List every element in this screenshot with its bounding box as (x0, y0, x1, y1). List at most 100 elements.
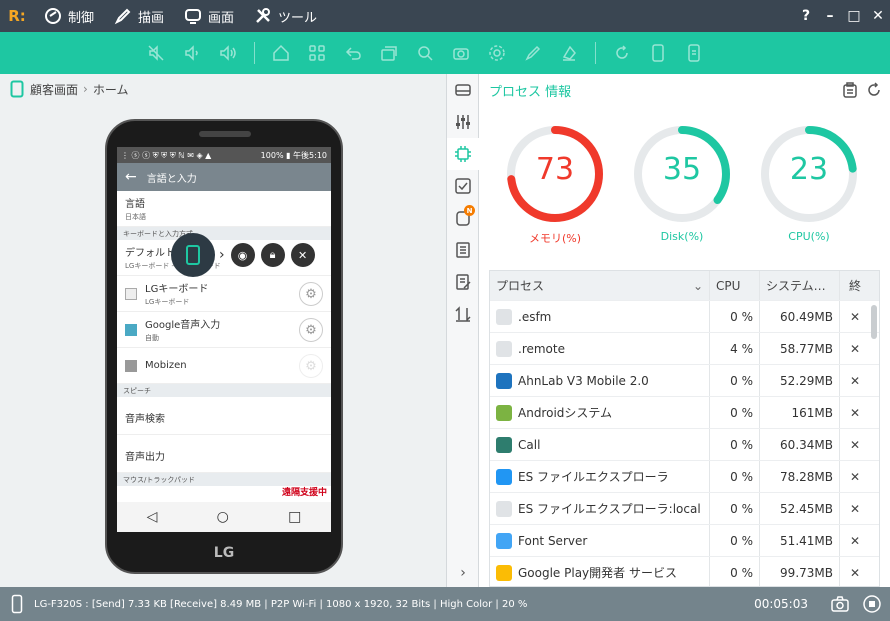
table-row[interactable]: .esfm 0 % 60.49MB ✕ (490, 301, 879, 333)
setting-subtitle: LGキーボード (145, 298, 190, 306)
process-name: Androidシステム (518, 406, 613, 420)
checkbox[interactable] (125, 288, 137, 300)
transfer-icon[interactable] (447, 298, 479, 330)
refresh-icon[interactable] (604, 38, 640, 68)
column-header-process[interactable]: プロセス ⌄ (490, 271, 710, 300)
phone-highlight-icon[interactable] (171, 233, 215, 277)
notification-icon[interactable]: N (447, 202, 479, 234)
help-button[interactable]: ? (794, 8, 818, 24)
device-nav-bar: ◁ ○ □ (117, 502, 331, 532)
table-scrollbar[interactable] (871, 305, 877, 339)
end-process-button[interactable]: ✕ (840, 525, 870, 556)
phone-brand-logo: LG (213, 545, 235, 561)
column-header-cpu[interactable]: CPU (710, 271, 760, 300)
eraser-icon[interactable] (551, 38, 587, 68)
end-process-button[interactable]: ✕ (840, 397, 870, 428)
pen-icon[interactable] (515, 38, 551, 68)
camera-icon[interactable] (826, 595, 854, 613)
maximize-button[interactable]: □ (842, 8, 866, 24)
end-process-button[interactable]: ✕ (840, 557, 870, 586)
camera-icon[interactable] (443, 38, 479, 68)
home-icon[interactable] (263, 38, 299, 68)
menu-screen[interactable]: 画面 (174, 0, 244, 32)
close-button[interactable]: ✕ (866, 8, 890, 24)
note-edit-icon[interactable] (447, 266, 479, 298)
process-cpu: 0 % (710, 301, 760, 332)
table-row[interactable]: .remote 4 % 58.77MB ✕ (490, 333, 879, 365)
gear-icon[interactable]: ⚙ (299, 282, 323, 306)
end-process-button[interactable]: ✕ (840, 493, 870, 524)
column-header-system[interactable]: システム… (760, 271, 840, 300)
phone-menu-icon[interactable] (676, 38, 712, 68)
storage-icon[interactable] (447, 74, 479, 106)
close-icon[interactable]: ✕ (290, 243, 315, 267)
end-process-button[interactable]: ✕ (840, 429, 870, 460)
table-row[interactable]: Font Server 0 % 51.41MB ✕ (490, 525, 879, 557)
stop-record-icon[interactable] (858, 594, 886, 614)
toolbar-divider (254, 42, 255, 64)
process-info-panel: プロセス 情報 73 メモリ(%) 35 Disk(%) 23 CPU(%) プ… (479, 74, 890, 587)
table-row[interactable]: Google Play開発者 サービス 0 % 99.73MB ✕ (490, 557, 879, 586)
nav-recent-icon[interactable]: □ (288, 509, 301, 525)
search-icon[interactable] (407, 38, 443, 68)
device-app-bar: ← 言語と入力 (117, 163, 331, 191)
setting-lg-keyboard[interactable]: LGキーボード LGキーボード ⚙ (117, 276, 331, 312)
nav-home-icon[interactable]: ○ (217, 509, 229, 525)
table-row[interactable]: ES ファイルエクスプローラ:local 0 % 52.45MB ✕ (490, 493, 879, 525)
recent-icon[interactable] (371, 38, 407, 68)
gauge-value: 35 (662, 152, 702, 187)
gear-icon[interactable]: ⚙ (299, 354, 323, 378)
volume-down-icon[interactable] (174, 38, 210, 68)
arrow-left-icon[interactable]: ← (125, 169, 137, 185)
setting-google-voice[interactable]: Google音声入力 自動 ⚙ (117, 312, 331, 348)
clipboard-icon[interactable] (842, 82, 858, 98)
setting-voice-search[interactable]: 音声検索 (117, 397, 331, 435)
setting-language[interactable]: 言語 日本語 (117, 191, 331, 227)
lock-icon[interactable]: 🔒︎ (260, 243, 285, 267)
phone-portrait-icon[interactable] (640, 38, 676, 68)
mute-icon[interactable] (138, 38, 174, 68)
table-row[interactable]: ES ファイルエクスプローラ 0 % 78.28MB ✕ (490, 461, 879, 493)
minimize-button[interactable]: – (818, 8, 842, 24)
column-header-end[interactable]: 終 (840, 271, 870, 300)
end-process-button[interactable]: ✕ (840, 333, 870, 364)
session-timer: 00:05:03 (754, 597, 808, 611)
document-icon[interactable] (447, 234, 479, 266)
gear-icon[interactable]: ⚙ (299, 318, 323, 342)
checkbox[interactable] (125, 324, 137, 336)
end-process-button[interactable]: ✕ (840, 365, 870, 396)
refresh-icon[interactable] (866, 82, 882, 98)
checkbox[interactable] (125, 360, 137, 372)
menu-tools-label: ツール (278, 10, 318, 26)
chevron-right-icon: › (219, 247, 225, 263)
volume-up-icon[interactable] (210, 38, 246, 68)
device-toolbar (0, 32, 890, 74)
remote-support-tag: 遠隔支援中 (281, 488, 327, 498)
menu-tools[interactable]: ツール (244, 0, 327, 32)
nav-back-icon[interactable]: ◁ (147, 509, 158, 525)
menu-draw[interactable]: 描画 (104, 0, 174, 32)
process-name-cell: .esfm (490, 301, 710, 332)
chevron-right-icon[interactable]: › (447, 565, 479, 581)
setting-mobizen[interactable]: Mobizen ⚙ (117, 348, 331, 384)
chevron-down-icon[interactable]: ⌄ (693, 279, 703, 293)
panel-title: プロセス 情報 (489, 85, 572, 100)
settings-icon[interactable] (479, 38, 515, 68)
chat-icon[interactable]: ◉ (230, 243, 255, 267)
setting-voice-output[interactable]: 音声出力 (117, 435, 331, 473)
menu-control[interactable]: 制御 (34, 0, 104, 32)
table-row[interactable]: Call 0 % 60.34MB ✕ (490, 429, 879, 461)
device-screen[interactable]: ⋮ ⓢ ⓢ ⛨ ⛨ ⛨ ℕ ✉ ◈ ▲ 100% ▮ 午後5:10 ← 言語と入… (117, 147, 331, 532)
apps-icon[interactable] (299, 38, 335, 68)
process-cpu: 4 % (710, 333, 760, 364)
table-row[interactable]: AhnLab V3 Mobile 2.0 0 % 52.29MB ✕ (490, 365, 879, 397)
breadcrumb-item-customer-screen[interactable]: 顧客画面 (30, 81, 78, 98)
table-row[interactable]: Androidシステム 0 % 161MB ✕ (490, 397, 879, 429)
back-icon[interactable] (335, 38, 371, 68)
app-window: R: 制御 描画 画面 ツール ? – □ ✕ 顧客画面 › ホーム ⋮ ⓢ ⓢ… (0, 0, 890, 621)
end-process-button[interactable]: ✕ (840, 461, 870, 492)
checklist-icon[interactable] (447, 170, 479, 202)
end-process-button[interactable]: ✕ (840, 301, 870, 332)
equalizer-icon[interactable] (447, 106, 479, 138)
cpu-icon[interactable] (447, 138, 479, 170)
